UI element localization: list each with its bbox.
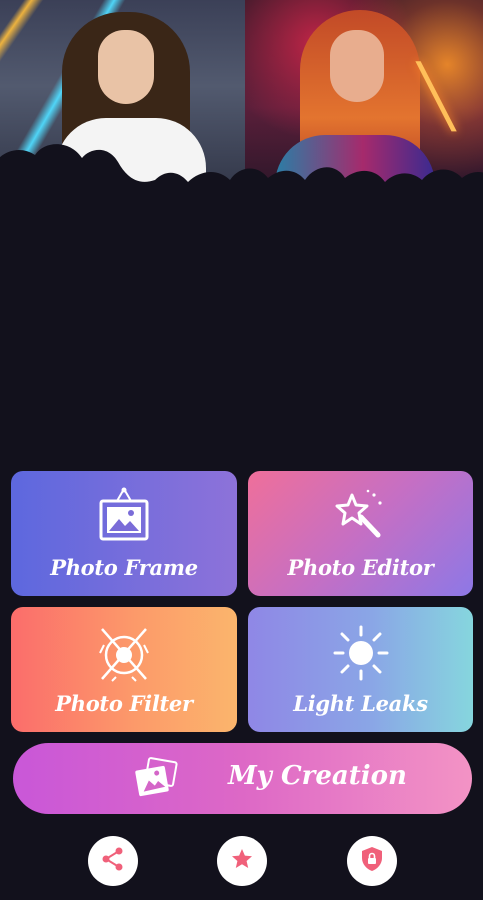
picture-frame-icon bbox=[97, 487, 151, 547]
photo-editor-label: Photo Editor bbox=[287, 555, 434, 580]
photo-frame-tile[interactable]: Photo Frame bbox=[11, 471, 237, 596]
privacy-policy-button[interactable] bbox=[347, 836, 397, 886]
neon-sign-decoration: ╲ bbox=[418, 62, 455, 132]
magic-wand-icon bbox=[334, 487, 388, 547]
photo-stack-icon bbox=[133, 756, 179, 806]
share-button[interactable] bbox=[88, 836, 138, 886]
model-left-face bbox=[98, 30, 154, 104]
home-screen: ╲ Photo Frame Photo Editor Photo Filter … bbox=[0, 0, 483, 900]
banner-cloud-edge bbox=[0, 140, 483, 215]
filter-lens-icon bbox=[94, 623, 154, 687]
star-icon bbox=[230, 847, 254, 875]
rate-button[interactable] bbox=[217, 836, 267, 886]
my-creation-label: My Creation bbox=[228, 761, 407, 791]
sun-icon bbox=[331, 623, 391, 687]
my-creation-button[interactable]: My Creation bbox=[13, 743, 472, 814]
photo-editor-tile[interactable]: Photo Editor bbox=[248, 471, 473, 596]
header-banner: ╲ bbox=[0, 0, 483, 215]
privacy-shield-icon bbox=[360, 846, 384, 876]
light-leaks-tile[interactable]: Light Leaks bbox=[248, 607, 473, 732]
photo-frame-label: Photo Frame bbox=[50, 555, 198, 580]
photo-filter-tile[interactable]: Photo Filter bbox=[11, 607, 237, 732]
light-leaks-label: Light Leaks bbox=[293, 691, 428, 716]
model-right-face bbox=[330, 30, 384, 102]
photo-filter-label: Photo Filter bbox=[55, 691, 193, 716]
share-icon bbox=[100, 846, 126, 876]
